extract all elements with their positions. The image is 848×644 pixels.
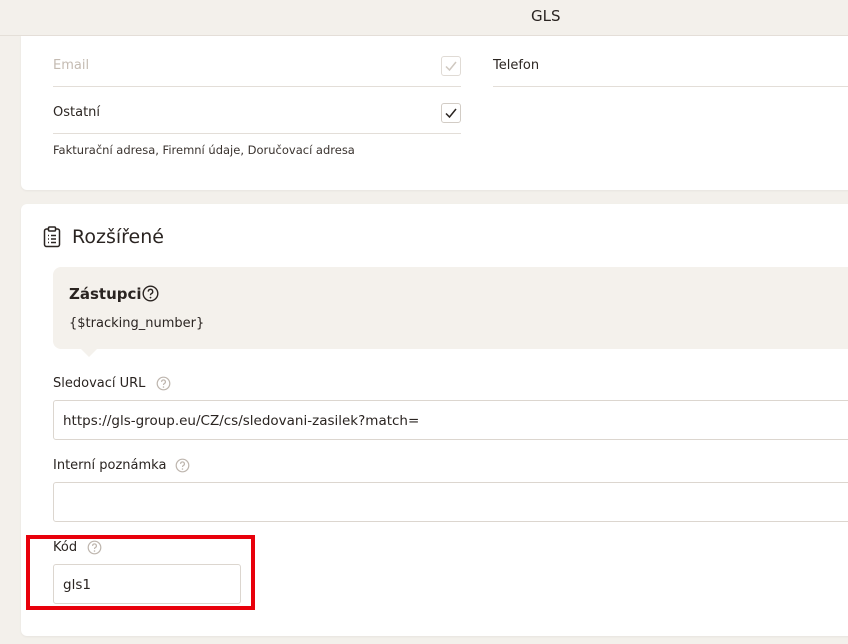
ostatni-row: Ostatní — [53, 86, 461, 134]
contacts-card: Email Telefon Ostatní Fakturační adresa,… — [21, 36, 848, 190]
clipboard-list-icon — [43, 226, 61, 248]
telefon-label: Telefon — [493, 58, 540, 73]
top-bar: GLS — [0, 0, 848, 36]
internal-note-input[interactable] — [53, 482, 848, 522]
check-icon — [445, 108, 457, 119]
placeholders-value: {$tracking_number} — [69, 316, 205, 331]
placeholders-title: Zástupci — [69, 285, 142, 303]
tip-arrow — [81, 349, 97, 357]
tracking-url-input[interactable]: https://gls-group.eu/CZ/cs/sledovani-zas… — [53, 400, 848, 440]
telefon-row: Telefon — [493, 39, 848, 87]
section-title: Rozšířené — [72, 226, 164, 248]
email-row: Email — [53, 39, 461, 87]
ostatni-hint: Fakturační adresa, Firemní údaje, Doručo… — [53, 143, 355, 157]
check-icon — [445, 61, 457, 72]
email-checkbox[interactable] — [441, 56, 461, 76]
tracking-url-label: Sledovací URL — [53, 376, 146, 391]
placeholders-box: Zástupci {$tracking_number} — [53, 267, 848, 357]
highlight-box — [26, 535, 255, 610]
help-icon[interactable] — [142, 285, 159, 302]
ostatni-checkbox[interactable] — [441, 103, 461, 123]
help-icon[interactable] — [175, 458, 190, 473]
help-icon[interactable] — [156, 376, 171, 391]
ostatni-label: Ostatní — [53, 105, 101, 120]
page-title: GLS — [531, 7, 561, 25]
email-label: Email — [53, 58, 90, 73]
internal-note-label: Interní poznámka — [53, 458, 167, 473]
